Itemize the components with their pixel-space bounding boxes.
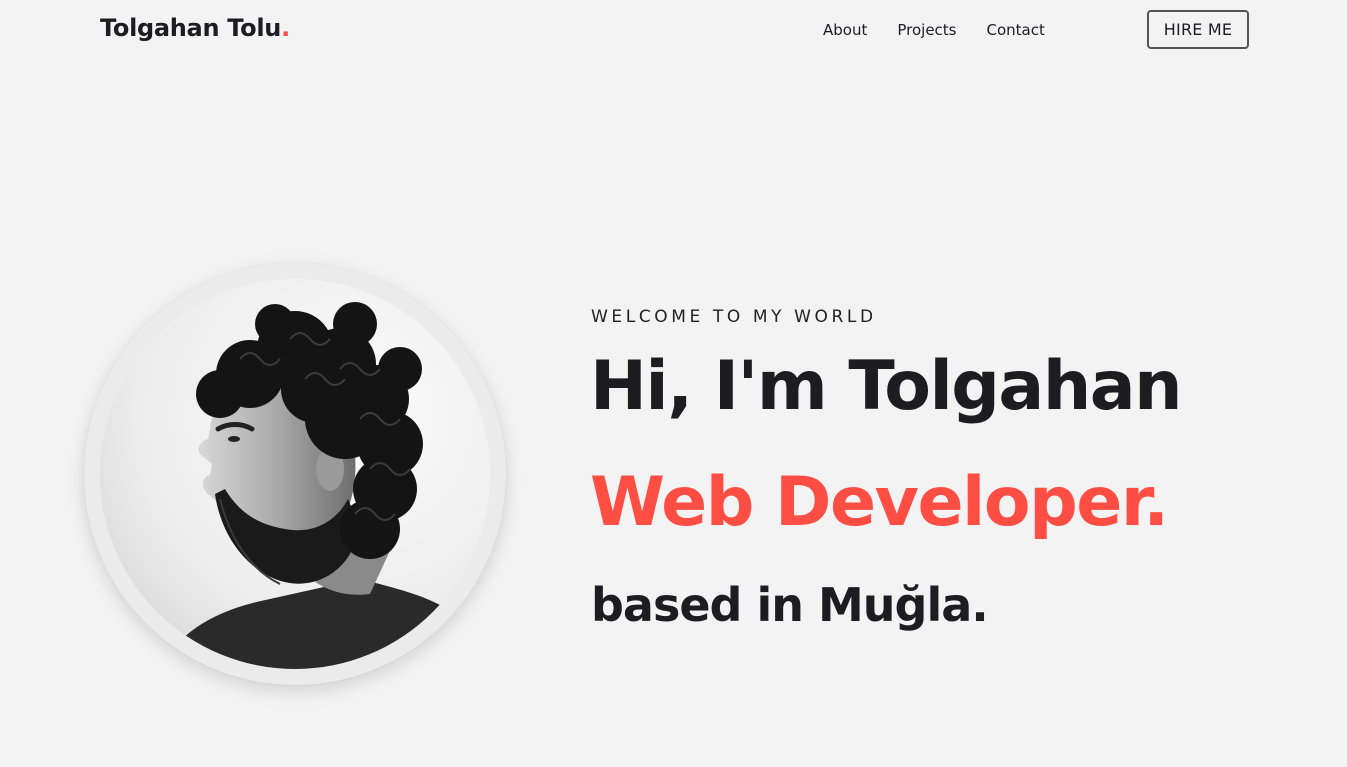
logo-name: Tolgahan Tolu <box>100 14 282 42</box>
portrait-frame <box>84 263 506 685</box>
nav-link-contact[interactable]: Contact <box>987 21 1045 39</box>
welcome-eyebrow: WELCOME TO MY WORLD <box>591 307 877 327</box>
main-nav: About Projects Contact <box>823 21 1045 39</box>
nav-link-about[interactable]: About <box>823 21 867 39</box>
nav-link-projects[interactable]: Projects <box>897 21 956 39</box>
hire-me-button[interactable]: HIRE ME <box>1147 10 1249 49</box>
hero-headline: Hi, I'm Tolgahan <box>590 347 1183 426</box>
hero-role: Web Developer. <box>590 463 1169 542</box>
logo-link[interactable]: Tolgahan Tolu. <box>100 14 290 42</box>
profile-photo-illustration <box>100 279 490 669</box>
hero-location: based in Muğla. <box>591 578 989 632</box>
logo-dot: . <box>281 14 290 42</box>
profile-photo <box>100 279 490 669</box>
page: Tolgahan Tolu. About Projects Contact HI… <box>0 0 1347 767</box>
